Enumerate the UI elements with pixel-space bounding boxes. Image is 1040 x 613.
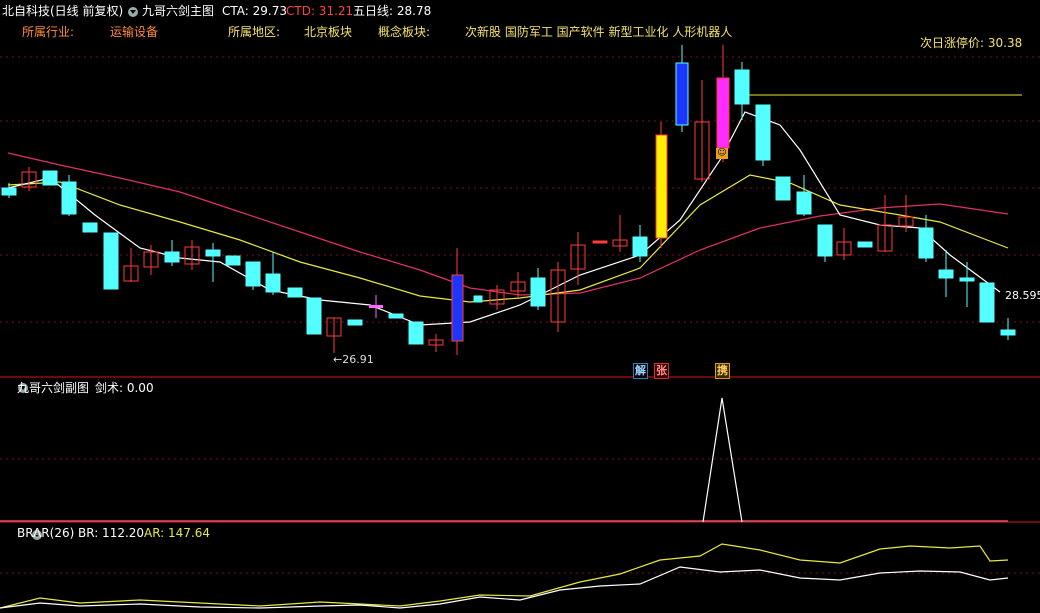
ma-slow-line	[7, 152, 1009, 296]
sub1-value: 剑术: 0.00	[95, 381, 154, 395]
chart-canvas[interactable]	[0, 0, 1040, 613]
br-value: BR: 112.20	[78, 526, 145, 540]
ma-mid-line	[7, 174, 1009, 303]
event-marker-icon[interactable]: ☺	[716, 148, 728, 159]
price-low-label: ←26.91	[333, 353, 374, 366]
sub1-title[interactable]: 九哥六剑副图	[17, 379, 89, 396]
signal-jie: 解	[633, 363, 648, 379]
jianshu-line	[702, 397, 743, 523]
ar-value: AR: 147.64	[144, 526, 211, 540]
sub2-title[interactable]: BRAR(26)	[17, 526, 74, 540]
signal-zhang: 张	[654, 363, 669, 379]
signal-xie: 携	[715, 363, 730, 379]
price-high-label: 28.595	[1005, 289, 1040, 302]
